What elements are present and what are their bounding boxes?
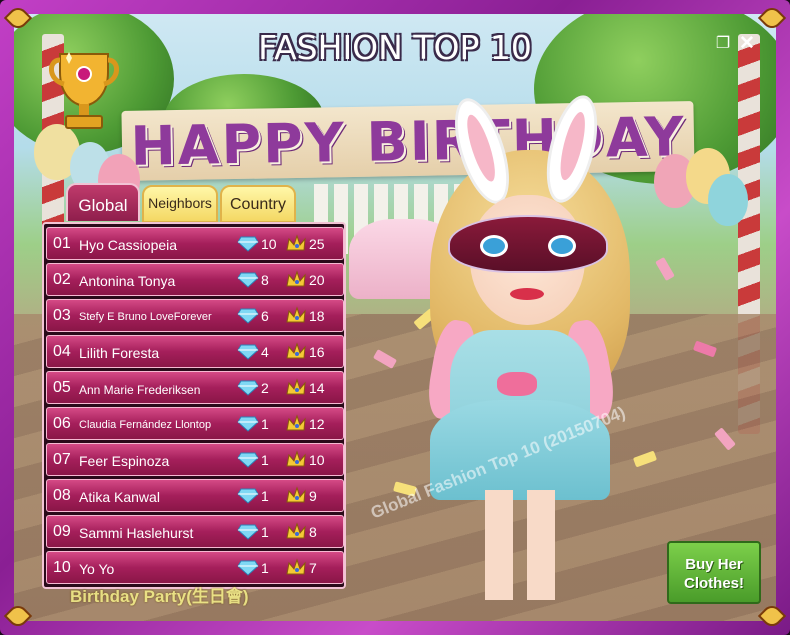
close-icon[interactable]: ✕ — [738, 34, 756, 53]
crown-icon — [286, 342, 306, 359]
crown-count: 7 — [309, 560, 317, 576]
rank-number: 09 — [53, 523, 71, 540]
leaderboard-row[interactable]: 07 Feer Espinoza 1 10 — [46, 443, 344, 476]
diamond-icon — [237, 344, 259, 360]
buy-clothes-button[interactable]: Buy Her Clothes! — [667, 541, 761, 604]
crown-icon — [286, 486, 306, 503]
masquerade-mask — [448, 215, 608, 273]
leaderboard-row[interactable]: 10 Yo Yo 1 7 — [46, 551, 344, 584]
confetti — [655, 256, 675, 282]
rank-number: 05 — [53, 379, 71, 396]
leaderboard-row[interactable]: 02 Antonina Tonya 8 20 — [46, 263, 344, 296]
diamond-icon — [237, 560, 259, 576]
player-name: Hyo Cassiopeia — [79, 237, 178, 253]
diamond-icon — [237, 488, 259, 504]
rank-number: 06 — [53, 415, 71, 432]
diamond-count: 1 — [261, 488, 269, 504]
tab-country[interactable]: Country — [220, 185, 296, 223]
trophy-icon — [49, 52, 119, 129]
crown-icon — [286, 450, 306, 467]
leaderboard-row[interactable]: 01 Hyo Cassiopeia 10 25 — [46, 227, 344, 260]
player-name: Claudia Fernández Llontop — [79, 419, 212, 431]
leaderboard-row[interactable]: 08 Atika Kanwal 1 9 — [46, 479, 344, 512]
crown-count: 16 — [309, 344, 325, 360]
buy-button-line1: Buy Her — [685, 556, 743, 573]
diamond-count: 10 — [261, 236, 277, 252]
leaderboard-row[interactable]: 03 Stefy E Bruno LoveForever 6 18 — [46, 299, 344, 332]
avatar-eye — [548, 235, 576, 257]
diamond-icon — [237, 452, 259, 468]
crown-count: 25 — [309, 236, 325, 252]
rank-number: 04 — [53, 343, 71, 360]
tab-neighbors[interactable]: Neighbors — [142, 185, 218, 223]
player-name: Feer Espinoza — [79, 453, 170, 469]
diamond-count: 4 — [261, 344, 269, 360]
crown-icon — [286, 306, 306, 323]
crown-icon — [286, 378, 306, 395]
diamond-icon — [237, 272, 259, 288]
rank-number: 07 — [53, 451, 71, 468]
crown-icon — [286, 234, 306, 251]
crown-icon — [286, 270, 306, 287]
crown-count: 8 — [309, 524, 317, 540]
crown-count: 9 — [309, 488, 317, 504]
rank-number: 10 — [53, 559, 71, 576]
leaderboard-row[interactable]: 06 Claudia Fernández Llontop 1 12 — [46, 407, 344, 440]
crown-count: 20 — [309, 272, 325, 288]
buy-button-line2: Clothes! — [684, 575, 744, 592]
birthday-banner: HAPPY BIRTHDAY — [121, 101, 695, 181]
crown-count: 14 — [309, 380, 325, 396]
rank-number: 01 — [53, 235, 71, 252]
avatar-bow — [497, 372, 537, 396]
diamond-icon — [237, 236, 259, 252]
crown-count: 18 — [309, 308, 325, 324]
crown-icon — [286, 522, 306, 539]
banner-text: HAPPY BIRTHDAY — [129, 105, 687, 178]
leaderboard-row[interactable]: 04 Lilith Foresta 4 16 — [46, 335, 344, 368]
crown-icon — [286, 558, 306, 575]
rank-number: 08 — [53, 487, 71, 504]
diamond-count: 6 — [261, 308, 269, 324]
rank-number: 02 — [53, 271, 71, 288]
restore-window-icon[interactable]: ❐ — [714, 35, 732, 53]
player-name: Yo Yo — [79, 561, 115, 577]
diamond-icon — [237, 380, 259, 396]
crown-count: 12 — [309, 416, 325, 432]
diamond-icon — [237, 524, 259, 540]
avatar-eye — [480, 235, 508, 257]
diamond-count: 2 — [261, 380, 269, 396]
diamond-count: 1 — [261, 452, 269, 468]
player-name: Atika Kanwal — [79, 489, 160, 505]
diamond-count: 1 — [261, 416, 269, 432]
diamond-icon — [237, 308, 259, 324]
avatar-legs — [485, 490, 555, 600]
rank-number: 03 — [53, 307, 71, 324]
avatar-lips — [510, 288, 544, 300]
crown-count: 10 — [309, 452, 325, 468]
tab-global[interactable]: Global — [66, 183, 140, 221]
diamond-count: 1 — [261, 524, 269, 540]
diamond-count: 8 — [261, 272, 269, 288]
leaderboard-row[interactable]: 05 Ann Marie Frederiksen 2 14 — [46, 371, 344, 404]
player-name: Stefy E Bruno LoveForever — [79, 311, 212, 323]
leaderboard-row[interactable]: 09 Sammi Haslehurst 1 8 — [46, 515, 344, 548]
player-name: Lilith Foresta — [79, 345, 160, 361]
player-name: Antonina Tonya — [79, 273, 176, 289]
diamond-icon — [237, 416, 259, 432]
player-name: Sammi Haslehurst — [79, 525, 194, 541]
crown-icon — [286, 414, 306, 431]
outfit-name: Birthday Party(生日會) — [70, 587, 249, 606]
diamond-count: 1 — [261, 560, 269, 576]
balloon — [708, 174, 748, 226]
player-name: Ann Marie Frederiksen — [79, 383, 201, 397]
leaderboard-list: 01 Hyo Cassiopeia 10 25 02 Antonina Tony… — [42, 222, 346, 589]
